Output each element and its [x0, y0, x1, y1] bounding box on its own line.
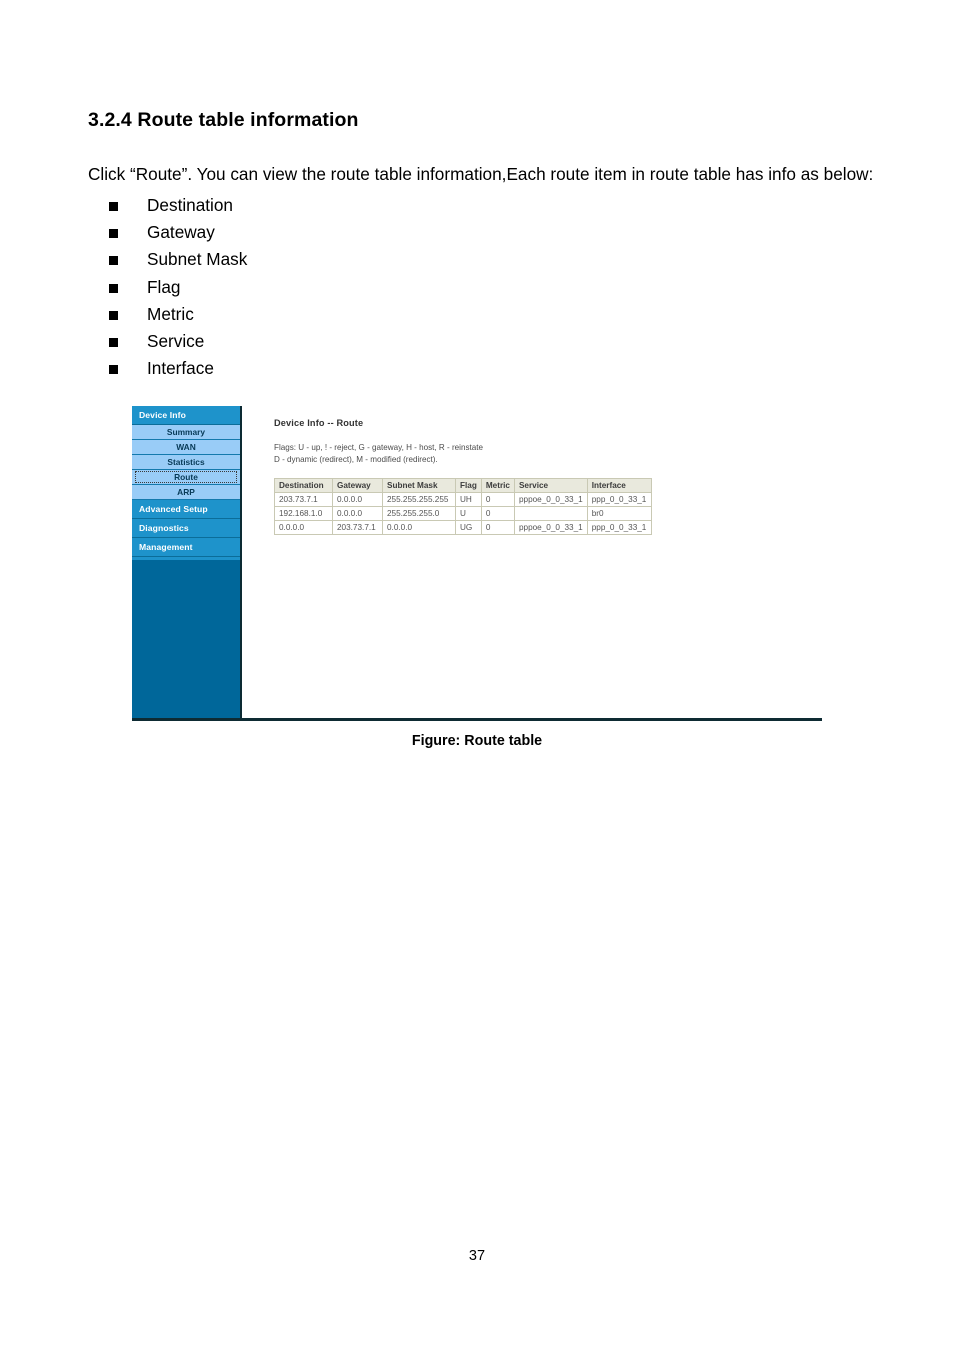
sidebar-item-wan[interactable]: WAN — [132, 440, 240, 455]
list-item-label: Flag — [147, 276, 181, 297]
router-sidebar: Device Info Summary WAN Statistics Route ARP A… — [132, 406, 242, 719]
page-number: 37 — [468, 1248, 486, 1264]
column-header-metric: Metric — [480, 478, 515, 493]
intro-paragraph: Click “Route”. You can view the route ta… — [88, 164, 874, 185]
list-item: Subnet Mask — [88, 246, 588, 273]
square-bullet-icon — [109, 256, 118, 266]
list-item: Destination — [88, 192, 588, 219]
square-bullet-icon — [109, 229, 118, 239]
sidebar-item-label: Statistics — [167, 457, 205, 467]
cell-service — [513, 506, 588, 521]
square-bullet-icon — [109, 365, 118, 375]
sidebar-item-label: Summary — [166, 427, 206, 437]
cell-metric: 0 — [480, 506, 515, 521]
list-item: Service — [88, 328, 588, 355]
list-item: Interface — [88, 355, 588, 382]
flags-legend: Flags: U - up, ! - reject, G - gateway, … — [274, 443, 484, 464]
square-bullet-icon — [109, 310, 118, 320]
list-item-label: Interface — [147, 358, 214, 379]
list-item-label: Gateway — [147, 222, 215, 243]
content-title: Device Info -- Route — [274, 418, 364, 428]
table-row: 0.0.0.0 203.73.7.1 0.0.0.0 UG 0 pppoe_0_0_33_… — [274, 520, 652, 535]
column-header-interface: Interface — [586, 478, 652, 493]
cell-subnet-mask: 0.0.0.0 — [382, 520, 456, 535]
column-header-service: Service — [513, 478, 588, 493]
sidebar-item-device-info[interactable]: Device Info — [132, 406, 240, 425]
sidebar-item-arp[interactable]: ARP — [132, 485, 240, 500]
sidebar-item-diagnostics[interactable]: Diagnostics — [132, 519, 240, 538]
cell-interface: ppp_0_0_33_1 — [586, 520, 652, 535]
list-item-label: Service — [147, 330, 205, 351]
route-table-header-row: Destination Gateway Subnet Mask Flag Metric S… — [274, 478, 652, 493]
cell-metric: 0 — [480, 520, 515, 535]
route-table-body: 203.73.7.1 0.0.0.0 255.255.255.255 UH 0 pppoe… — [274, 492, 652, 535]
sidebar-item-label: Route — [174, 472, 198, 482]
list-item: Flag — [88, 274, 588, 301]
cell-service: pppoe_0_0_33_1 — [513, 492, 588, 507]
list-item: Metric — [88, 301, 588, 328]
square-bullet-icon — [109, 337, 118, 347]
sidebar-item-label: Advanced Setup — [139, 504, 208, 514]
column-header-destination: Destination — [274, 478, 333, 493]
column-header-subnet-mask: Subnet Mask — [382, 478, 456, 493]
list-item-label: Metric — [147, 303, 194, 324]
sidebar-item-route[interactable]: Route — [132, 470, 240, 485]
figure-bottom-rule — [132, 718, 822, 721]
cell-subnet-mask: 255.255.255.0 — [382, 506, 456, 521]
cell-flag: UG — [455, 520, 482, 535]
table-row: 203.73.7.1 0.0.0.0 255.255.255.255 UH 0 pppoe… — [274, 492, 652, 507]
cell-gateway: 203.73.7.1 — [332, 520, 383, 535]
sidebar-item-advanced-setup[interactable]: Advanced Setup — [132, 500, 240, 519]
cell-metric: 0 — [480, 492, 515, 507]
sidebar-item-summary[interactable]: Summary — [132, 425, 240, 440]
sidebar-item-management[interactable]: Management — [132, 538, 240, 557]
cell-gateway: 0.0.0.0 — [332, 506, 383, 521]
cell-flag: U — [455, 506, 482, 521]
list-item-label: Destination — [147, 195, 233, 215]
cell-service: pppoe_0_0_33_1 — [513, 520, 588, 535]
column-header-flag: Flag — [455, 478, 482, 493]
cell-destination: 0.0.0.0 — [274, 520, 333, 535]
sidebar-item-label: ARP — [177, 487, 195, 497]
cell-destination: 192.168.1.0 — [274, 506, 333, 521]
page-title: 3.2.4 Route table information — [88, 109, 359, 132]
list-item-label: Subnet Mask — [147, 249, 248, 270]
sidebar-spacer — [132, 557, 240, 560]
field-bullet-list: Destination Gateway Subnet Mask Flag Metric S… — [88, 192, 588, 382]
table-row: 192.168.1.0 0.0.0.0 255.255.255.0 U 0 br0 — [274, 506, 652, 521]
cell-subnet-mask: 255.255.255.255 — [382, 492, 456, 507]
list-item: Gateway — [88, 219, 588, 246]
sidebar-item-label: Device Info — [139, 410, 186, 420]
cell-flag: UH — [455, 492, 482, 507]
figure-caption: Figure: Route table — [411, 733, 543, 749]
router-content-pane: Device Info -- Route Flags: U - up, ! - … — [244, 406, 822, 719]
sidebar-item-label: Diagnostics — [139, 523, 189, 533]
sidebar-item-label: Management — [139, 542, 193, 552]
square-bullet-icon — [109, 283, 118, 293]
route-table: Destination Gateway Subnet Mask Flag Metric S… — [274, 478, 652, 535]
column-header-gateway: Gateway — [332, 478, 383, 493]
document-page: 3.2.4 Route table information Click “Rou… — [0, 0, 954, 1350]
cell-destination: 203.73.7.1 — [274, 492, 333, 507]
cell-gateway: 0.0.0.0 — [332, 492, 383, 507]
cell-interface: ppp_0_0_33_1 — [586, 492, 652, 507]
router-ui-figure: Device Info Summary WAN Statistics Route ARP A… — [132, 406, 822, 720]
sidebar-item-statistics[interactable]: Statistics — [132, 455, 240, 470]
square-bullet-icon — [109, 202, 118, 211]
sidebar-item-label: WAN — [176, 442, 196, 452]
cell-interface: br0 — [586, 506, 652, 521]
